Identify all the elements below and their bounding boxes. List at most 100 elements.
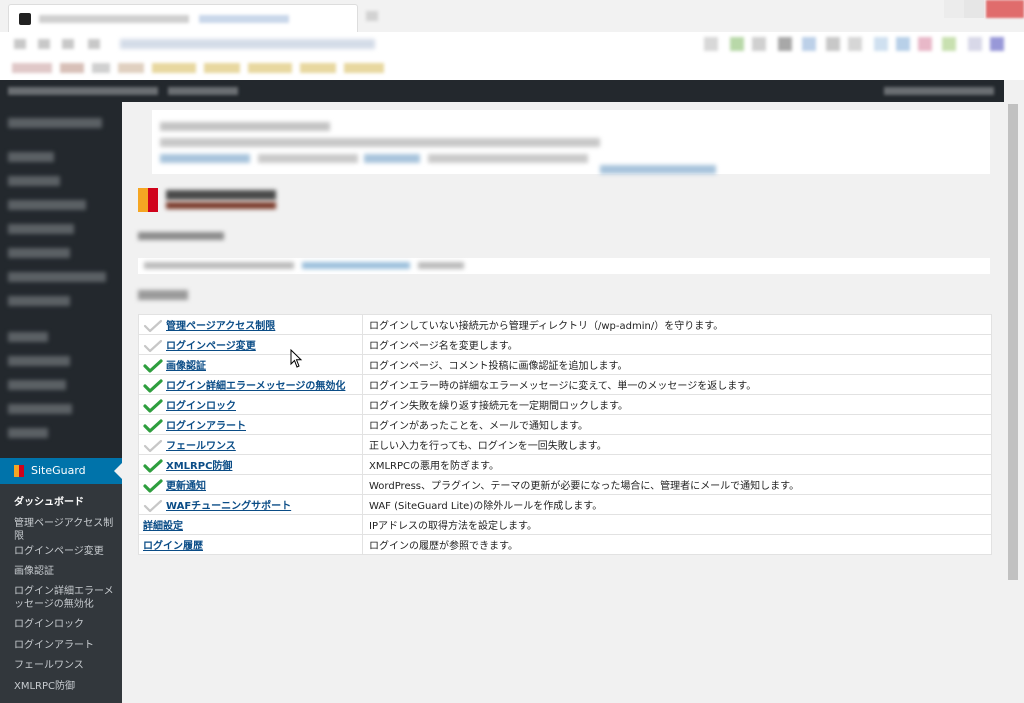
admin-bar-item[interactable] xyxy=(168,87,238,95)
feature-link[interactable]: ログインロック xyxy=(166,401,236,412)
feature-name-cell: 管理ページアクセス制限 xyxy=(138,314,363,335)
sidebar-item-blurred[interactable] xyxy=(8,332,48,342)
back-button[interactable] xyxy=(14,39,26,49)
submenu-item-login-lock[interactable]: ログインロック xyxy=(14,618,118,631)
extension-icon[interactable] xyxy=(968,37,982,51)
menu-icon[interactable] xyxy=(990,37,1004,51)
mouse-cursor-icon xyxy=(290,349,303,368)
sidebar-item-blurred[interactable] xyxy=(8,428,48,438)
feature-link[interactable]: ログインアラート xyxy=(166,421,246,432)
current-menu-arrow xyxy=(114,463,122,479)
feature-link[interactable]: ログイン履歴 xyxy=(143,541,203,552)
green-check-icon xyxy=(143,418,163,433)
submenu-item-same-error[interactable]: ログイン詳細エラーメッセージの無効化 xyxy=(14,585,118,611)
sidebar-item-blurred[interactable] xyxy=(8,380,66,390)
feature-link[interactable]: WAFチューニングサポート xyxy=(166,501,291,512)
green-check-icon xyxy=(143,378,163,393)
sidebar-item-blurred[interactable] xyxy=(8,176,60,186)
feature-name-cell: 画像認証 xyxy=(138,354,363,375)
sidebar-item-blurred[interactable] xyxy=(8,224,74,234)
browser-tab[interactable] xyxy=(8,4,358,32)
notice-text xyxy=(160,138,600,147)
submenu-item-rename-login[interactable]: ログインページ変更 xyxy=(14,545,118,558)
submenu-item-login-alert[interactable]: ログインアラート xyxy=(14,639,118,652)
feature-link[interactable]: 詳細設定 xyxy=(143,521,183,532)
feature-link[interactable]: フェールワンス xyxy=(166,441,236,452)
scrollbar-thumb[interactable] xyxy=(1008,104,1018,580)
sidebar-item-blurred[interactable] xyxy=(8,118,102,128)
bookmark-item[interactable] xyxy=(12,63,52,73)
extension-icon[interactable] xyxy=(848,37,862,51)
extension-icon[interactable] xyxy=(942,37,956,51)
bookmark-item[interactable] xyxy=(300,63,336,73)
info-box xyxy=(138,258,990,274)
maximize-button[interactable] xyxy=(964,0,984,18)
submenu-item-dashboard[interactable]: ダッシュボード xyxy=(14,496,118,509)
sidebar-item-blurred[interactable] xyxy=(8,272,106,282)
notice-link[interactable] xyxy=(160,154,250,163)
new-tab-button[interactable] xyxy=(366,11,378,21)
feature-description: XMLRPCの悪用を防ぎます。 xyxy=(362,454,992,475)
gray-check-icon xyxy=(143,339,163,352)
sidebar-item-siteguard[interactable]: SiteGuard xyxy=(0,458,122,484)
feature-name-cell: XMLRPC防御 xyxy=(138,454,363,475)
bookmark-item[interactable] xyxy=(60,63,84,73)
sidebar-item-blurred[interactable] xyxy=(8,152,54,162)
extension-icon[interactable] xyxy=(918,37,932,51)
bookmarks-bar xyxy=(0,56,1024,80)
notice-link[interactable] xyxy=(364,154,420,163)
section-heading xyxy=(138,232,224,240)
close-window-button[interactable] xyxy=(986,0,1024,18)
admin-bar-site[interactable] xyxy=(8,87,158,95)
feature-name-cell: 詳細設定 xyxy=(138,514,363,535)
bookmark-item[interactable] xyxy=(204,63,240,73)
url-input[interactable] xyxy=(120,39,375,49)
submenu-item-xmlrpc[interactable]: XMLRPC防御 xyxy=(14,680,118,693)
submenu-item-fail-once[interactable]: フェールワンス xyxy=(14,659,118,672)
sidebar-item-blurred[interactable] xyxy=(8,356,70,366)
notice-link[interactable] xyxy=(600,165,716,174)
admin-notice xyxy=(152,110,990,174)
info-link[interactable] xyxy=(302,262,410,269)
sidebar-item-blurred[interactable] xyxy=(8,248,70,258)
green-check-icon xyxy=(143,358,163,373)
extension-icon[interactable] xyxy=(802,37,816,51)
extension-icon[interactable] xyxy=(730,37,744,51)
info-text xyxy=(418,262,464,269)
feature-link[interactable]: ログイン詳細エラーメッセージの無効化 xyxy=(166,381,345,392)
feature-link[interactable]: 画像認証 xyxy=(166,361,206,372)
feature-row: 管理ページアクセス制限 ログインしていない接続元から管理ディレクトリ（/wp-ad… xyxy=(138,314,992,335)
extension-icon[interactable] xyxy=(896,37,910,51)
extension-icon[interactable] xyxy=(752,37,766,51)
bookmark-item[interactable] xyxy=(118,63,144,73)
sidebar-item-blurred[interactable] xyxy=(8,404,72,414)
bookmark-item[interactable] xyxy=(92,63,110,73)
feature-row: XMLRPC防御 XMLRPCの悪用を防ぎます。 xyxy=(138,454,992,475)
home-button[interactable] xyxy=(88,39,100,49)
green-check-icon xyxy=(143,478,163,493)
bookmark-item[interactable] xyxy=(344,63,384,73)
extension-icon[interactable] xyxy=(778,37,792,51)
reload-button[interactable] xyxy=(62,39,74,49)
submenu-item-captcha[interactable]: 画像認証 xyxy=(14,565,118,578)
submenu-item-admin-filter[interactable]: 管理ページアクセス制限 xyxy=(14,517,118,543)
gray-check-icon xyxy=(143,439,163,452)
bookmark-item[interactable] xyxy=(248,63,292,73)
forward-button[interactable] xyxy=(38,39,50,49)
admin-bar-account[interactable] xyxy=(884,87,994,95)
sidebar-item-blurred[interactable] xyxy=(8,296,70,306)
bookmark-item[interactable] xyxy=(152,63,196,73)
feature-row: ログイン詳細エラーメッセージの無効化 ログインエラー時の詳細なエラーメッセージに変… xyxy=(138,374,992,395)
extension-icon[interactable] xyxy=(704,37,718,51)
feature-link[interactable]: 管理ページアクセス制限 xyxy=(166,321,275,332)
feature-name-cell: フェールワンス xyxy=(138,434,363,455)
feature-link[interactable]: XMLRPC防御 xyxy=(166,461,232,472)
extension-icon[interactable] xyxy=(826,37,840,51)
feature-description: ログインしていない接続元から管理ディレクトリ（/wp-admin/）を守ります。 xyxy=(362,314,992,335)
feature-link[interactable]: ログインページ変更 xyxy=(166,341,256,352)
gray-check-icon xyxy=(143,319,163,332)
extension-icon[interactable] xyxy=(874,37,888,51)
feature-name-cell: WAFチューニングサポート xyxy=(138,494,363,515)
feature-link[interactable]: 更新通知 xyxy=(166,481,206,492)
sidebar-item-blurred[interactable] xyxy=(8,200,86,210)
